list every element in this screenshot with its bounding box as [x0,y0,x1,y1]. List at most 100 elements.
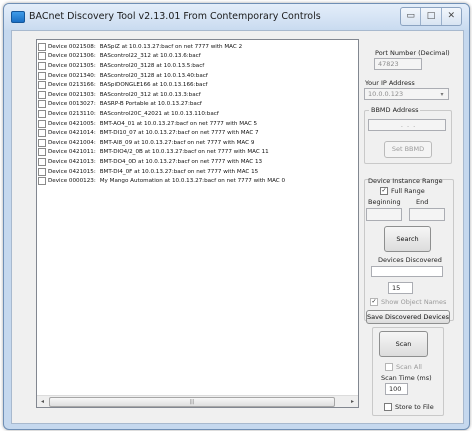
device-row[interactable]: Device 0021303: BAScontrol20_312 at 10.0.… [37,90,352,100]
device-row[interactable]: Device 0421013: BMT-DO4_0D at 10.0.13.27:… [37,157,352,167]
device-description: My Mango Automation at 10.0.13.27:bacf o… [99,178,286,185]
maximize-button[interactable]: □ [421,8,442,25]
device-row[interactable]: Device 0021340: BAScontrol20_3128 at 10.0… [37,71,352,81]
device-description: BMT-DI10_07 at 10.0.13.27:bacf on net 77… [99,130,259,137]
device-row[interactable]: Device 0021305: BAScontrol20_3128 at 10.0… [37,61,352,71]
store-to-file-box [384,403,392,411]
show-object-names-label: Show Object Names [381,298,447,306]
device-row[interactable]: Device 0000123: My Mango Automation at 10… [37,176,352,186]
range-beginning-field[interactable] [366,208,402,221]
device-id: Device 0000123: [48,178,96,185]
app-window: BACnet Discovery Tool v2.13.01 From Cont… [3,3,470,430]
close-button[interactable]: ✕ [442,8,461,25]
show-object-names-checkbox[interactable]: ✓ Show Object Names [370,298,446,306]
device-description: BMT-DI4_0F at 10.0.13.27:bacf on net 777… [99,168,259,175]
chevron-down-icon[interactable]: ▾ [437,90,447,99]
scroll-left-icon[interactable]: ◂ [37,396,48,407]
device-id: Device 0421015: [48,168,96,175]
device-checkbox[interactable] [38,138,46,147]
device-description: BAScontrol20_312 at 10.0.13.3:bacf [99,91,201,98]
device-id: Device 0021508: [48,43,96,50]
beginning-label: Beginning [368,198,401,206]
device-id: Device 0213110: [48,110,96,117]
device-checkbox[interactable] [38,157,46,166]
device-id: Device 0421005: [48,120,96,127]
device-checkbox[interactable] [38,129,46,138]
device-id: Device 0021303: [48,91,96,98]
device-checkbox[interactable] [38,148,46,157]
device-id: Device 0013027: [48,101,96,108]
device-id: Device 0421013: [48,158,96,165]
devices-discovered-label: Devices Discovered [378,256,442,264]
horizontal-scrollbar[interactable]: ◂ ||| ▸ [37,395,358,407]
set-bbmd-button[interactable]: Set BBMD [384,141,432,158]
device-rows: Device 0021508: BASpiZ at 10.0.13.27:bacf… [37,42,352,186]
store-to-file-checkbox[interactable]: Store to File [384,403,434,411]
device-row[interactable]: Device 0421011: BMT-DIO4/2_0B at 10.0.13.… [37,148,352,158]
device-description: BMT-AO4_01 at 10.0.13.27:bacf on net 777… [99,120,258,127]
device-row[interactable]: Device 0213166: BASpiDONGLE166 at 10.0.13… [37,80,352,90]
device-checkbox[interactable] [38,71,46,80]
device-id: Device 0021305: [48,62,96,69]
bbmd-address-field[interactable]: . . . [368,119,446,131]
ip-address-select[interactable]: 10.0.0.123 ▾ [364,88,449,100]
discovery-progress-field [371,266,443,277]
range-label: Device Instance Range [368,177,443,185]
device-checkbox[interactable] [38,61,46,70]
device-description: BASRP-B Portable at 10.0.13.27:bacf [99,101,202,108]
save-discovered-devices-button[interactable]: Save Discovered Devices [366,310,450,324]
device-checkbox[interactable] [38,52,46,61]
device-row[interactable]: Device 0421014: BMT-DI10_07 at 10.0.13.27… [37,128,352,138]
device-description: BASpiZ at 10.0.13.27:bacf on net 7777 wi… [99,43,243,50]
device-id: Device 0021306: [48,53,96,60]
checkmark-icon: ✓ [380,187,388,195]
scan-time-field[interactable]: 100 [385,383,408,395]
scan-all-label: Scan All [396,363,422,371]
devices-discovered-count: 15 [388,282,413,294]
ip-address-label: Your IP Address [365,79,415,87]
device-row[interactable]: Device 0421004: BMT-AI8_09 at 10.0.13.27:… [37,138,352,148]
full-range-label: Full Range [391,187,425,195]
device-checkbox[interactable] [38,42,46,51]
device-row[interactable]: Device 0213110: BAScontrol20C_42021 at 10… [37,109,352,119]
device-checkbox[interactable] [38,109,46,118]
port-number-field[interactable]: 47823 [374,58,422,70]
device-row[interactable]: Device 0421015: BMT-DI4_0F at 10.0.13.27:… [37,167,352,177]
app-icon [11,11,25,23]
device-description: BAScontrol20C_42021 at 10.0.13.110:bacf [99,110,219,117]
device-list[interactable]: Device 0021508: BASpiZ at 10.0.13.27:bacf… [36,39,359,408]
scroll-right-icon[interactable]: ▸ [347,396,358,407]
device-checkbox[interactable] [38,81,46,90]
range-end-field[interactable] [409,208,445,221]
device-description: BMT-AI8_09 at 10.0.13.27:bacf on net 777… [99,139,255,146]
scan-button[interactable]: Scan [379,331,428,357]
device-description: BAScontrol22_312 at 10.0.13.6:bacf [99,53,201,60]
scan-all-box [385,363,393,371]
device-description: BAScontrol20_3128 at 10.0.13.40:bacf [99,72,208,79]
device-id: Device 0421014: [48,130,96,137]
scan-time-label: Scan Time (ms) [381,374,432,382]
scan-all-checkbox[interactable]: Scan All [385,363,422,371]
device-checkbox[interactable] [38,90,46,99]
client-area: Device 0021508: BASpiZ at 10.0.13.27:bacf… [11,30,464,424]
device-row[interactable]: Device 0021508: BASpiZ at 10.0.13.27:bacf… [37,42,352,52]
device-row[interactable]: Device 0021306: BAScontrol22_312 at 10.0.… [37,52,352,62]
device-checkbox[interactable] [38,119,46,128]
device-id: Device 0021340: [48,72,96,79]
minimize-button[interactable]: ▭ [401,8,422,25]
search-button[interactable]: Search [384,226,431,252]
bbmd-label: BBMD Address [369,106,421,114]
device-row[interactable]: Device 0421005: BMT-AO4_01 at 10.0.13.27:… [37,119,352,129]
device-id: Device 0421004: [48,139,96,146]
scroll-thumb[interactable]: ||| [49,397,335,407]
title-bar[interactable]: BACnet Discovery Tool v2.13.01 From Cont… [4,4,469,30]
full-range-checkbox[interactable]: ✓ Full Range [380,187,425,195]
device-checkbox[interactable] [38,100,46,109]
device-checkbox[interactable] [38,177,46,186]
device-row[interactable]: Device 0013027: BASRP-B Portable at 10.0.… [37,100,352,110]
device-description: BASpiDONGLE166 at 10.0.13.166:bacf [99,82,208,89]
device-checkbox[interactable] [38,167,46,176]
device-description: BAScontrol20_3128 at 10.0.13.5:bacf [99,62,205,69]
device-id: Device 0213166: [48,82,96,89]
ip-address-value: 10.0.0.123 [368,90,404,98]
